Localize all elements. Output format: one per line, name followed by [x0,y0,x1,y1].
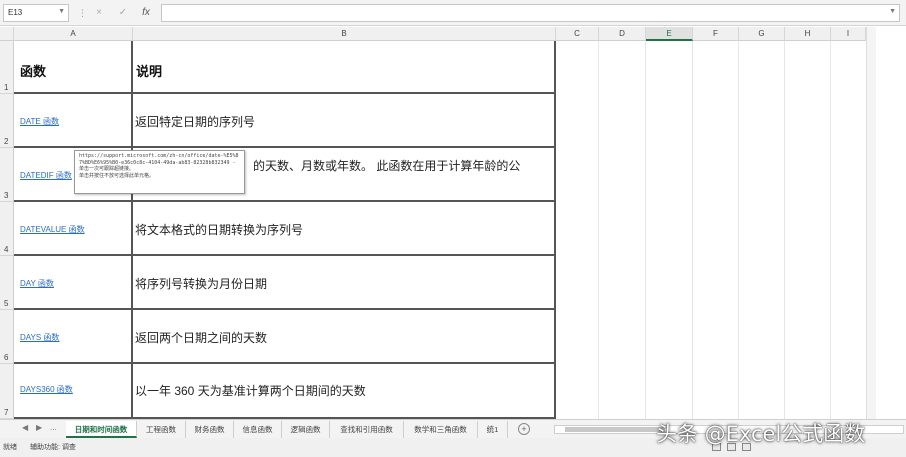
row-header-2[interactable]: 2 [0,94,14,148]
function-description: 将文本格式的日期转换为序列号 [135,223,304,237]
vertical-scrollbar[interactable] [866,27,876,419]
function-link[interactable]: DAY 函数 [20,278,54,289]
cell-a5[interactable]: DAY 函数 [14,256,133,310]
name-box-value: E13 [8,8,23,17]
function-link[interactable]: DAYS 函数 [20,332,59,343]
tab-financial[interactable]: 财务函数 [186,421,234,438]
cell-a4[interactable]: DATEVALUE 函数 [14,202,133,256]
header-function: 函数 [20,64,47,79]
column-header-d[interactable]: D [599,27,646,41]
row-header-4[interactable]: 4 [0,202,14,256]
column-header-h[interactable]: H [785,27,831,41]
header-description: 说明 [136,64,163,79]
cell-b2[interactable]: 返回特定日期的序列号 [133,94,556,148]
cell-b6[interactable]: 返回两个日期之间的天数 [133,310,556,364]
more-tabs-icon[interactable]: ... [50,423,57,432]
column-header-b[interactable]: B [133,27,556,41]
tab-math-trig[interactable]: 数学和三角函数 [404,421,478,438]
column-header-i[interactable]: I [831,27,866,41]
select-all-corner[interactable] [0,27,14,41]
tab-date-time[interactable]: 日期和时间函数 [66,421,137,438]
chevron-down-icon[interactable]: ▼ [58,8,65,15]
cell-a7[interactable]: DAYS360 函数 [14,364,133,419]
column-header-g[interactable]: G [739,27,785,41]
watermark: 头条 @Excel公式函数 [656,422,866,446]
expand-icon[interactable]: ▼ [889,8,896,15]
column-header-f[interactable]: F [693,27,739,41]
function-description: 以一年 360 天为基准计算两个日期间的天数 [135,384,366,398]
add-sheet-icon[interactable]: + [518,423,530,435]
row-header-5[interactable]: 5 [0,256,14,310]
scroll-tabs-right-icon[interactable]: ▶ [36,423,42,432]
formula-bar: E13 ▼ ⋮ × ✓ fx ▼ [0,0,906,26]
column-header-e[interactable]: E [646,27,693,41]
tab-information[interactable]: 信息函数 [234,421,282,438]
row-header-3[interactable]: 3 [0,148,14,202]
row-header-1[interactable]: 1 [0,41,14,94]
cell-a6[interactable]: DAYS 函数 [14,310,133,364]
cell-b5[interactable]: 将序列号转换为月份日期 [133,256,556,310]
status-ready: 就绪 [3,444,17,451]
separator-icon: ⋮ [78,8,87,18]
tab-engineering[interactable]: 工程函数 [137,421,186,438]
cancel-icon[interactable]: × [90,4,108,22]
column-header-a[interactable]: A [14,27,133,41]
cell-a1[interactable]: 函数 [14,41,133,94]
enter-icon[interactable]: ✓ [114,4,132,22]
insert-function-icon[interactable]: fx [137,4,155,22]
scrollbar-thumb[interactable] [565,427,665,432]
row-header-6[interactable]: 6 [0,310,14,364]
tab-statistical[interactable]: 统1 [478,421,508,438]
function-link[interactable]: DATE 函数 [20,116,59,127]
tooltip-url: https://support.microsoft.com/zh-cn/offi… [79,153,239,166]
function-link[interactable]: DAYS360 函数 [20,384,73,395]
scroll-tabs-left-icon[interactable]: ◀ [22,423,28,432]
formula-input[interactable]: ▼ [161,4,900,22]
tab-logical[interactable]: 逻辑函数 [282,421,330,438]
tooltip-hold-hint: 单击并按住不放可选择此单元格。 [79,172,155,179]
tab-lookup-reference[interactable]: 查找和引用函数 [330,421,404,438]
accessibility-status[interactable]: 辅助功能: 调查 [30,442,76,452]
hyperlink-tooltip: https://support.microsoft.com/zh-cn/offi… [74,150,245,194]
cell-a2[interactable]: DATE 函数 [14,94,133,148]
function-description: 返回两个日期之间的天数 [135,331,268,345]
cell-b7[interactable]: 以一年 360 天为基准计算两个日期间的天数 [133,364,556,419]
name-box[interactable]: E13 ▼ [3,4,69,22]
function-description: 返回特定日期的序列号 [135,115,256,129]
row-header-7[interactable]: 7 [0,364,14,419]
function-description: 将序列号转换为月份日期 [135,277,268,291]
function-link[interactable]: DATEDIF 函数 [20,170,72,181]
column-header-c[interactable]: C [556,27,599,41]
function-link[interactable]: DATEVALUE 函数 [20,224,85,235]
function-description: 的天数、月数或年数。 此函数在用于计算年龄的公 [253,159,521,173]
cell-b1[interactable]: 说明 [133,41,556,94]
cell-b4[interactable]: 将文本格式的日期转换为序列号 [133,202,556,256]
